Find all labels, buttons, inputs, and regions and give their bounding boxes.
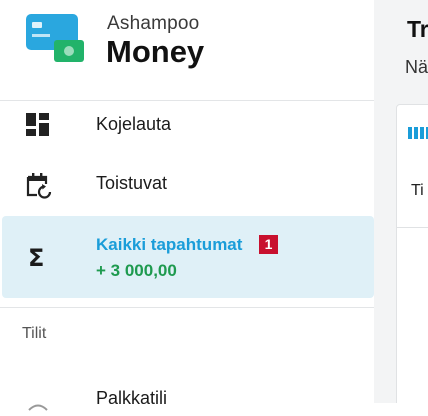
sidebar: Ashampoo Money Kojelauta Toistuvat Σ Kai…: [0, 0, 374, 411]
account-icon: [27, 398, 49, 411]
page-title: Tr: [407, 16, 428, 42]
divider: [0, 307, 374, 308]
recurring-calendar-icon: [25, 171, 52, 199]
content-card: Ti: [396, 104, 428, 403]
bars-icon: [408, 126, 428, 139]
nav-label-dashboard: Kojelauta: [96, 114, 172, 134]
nav-label-all-transactions: Kaikki tapahtumat: [96, 235, 243, 254]
balance-amount: + 3 000,00: [96, 261, 177, 280]
nav-item-dashboard[interactable]: Kojelauta: [0, 98, 374, 150]
account-item-label[interactable]: Palkkatili: [96, 388, 167, 409]
accounts-section-label: Tilit: [22, 325, 47, 342]
app-logo-icon: [26, 14, 84, 64]
sigma-icon: Σ: [28, 244, 45, 272]
dashboard-icon: [25, 112, 51, 138]
page-subtitle: Nä: [405, 57, 428, 77]
brand-title: Money: [106, 34, 205, 69]
notification-badge: 1: [259, 235, 278, 254]
brand-subtitle: Ashampoo: [107, 13, 200, 34]
divider: [397, 227, 428, 228]
card-header: Ti: [411, 182, 424, 199]
nav-label-recurring: Toistuvat: [96, 173, 168, 193]
nav-item-all-transactions[interactable]: Σ Kaikki tapahtumat 1 + 3 000,00: [2, 216, 374, 298]
main-content: Tr Nä Ti: [374, 0, 428, 403]
nav-item-recurring[interactable]: Toistuvat: [0, 157, 374, 209]
